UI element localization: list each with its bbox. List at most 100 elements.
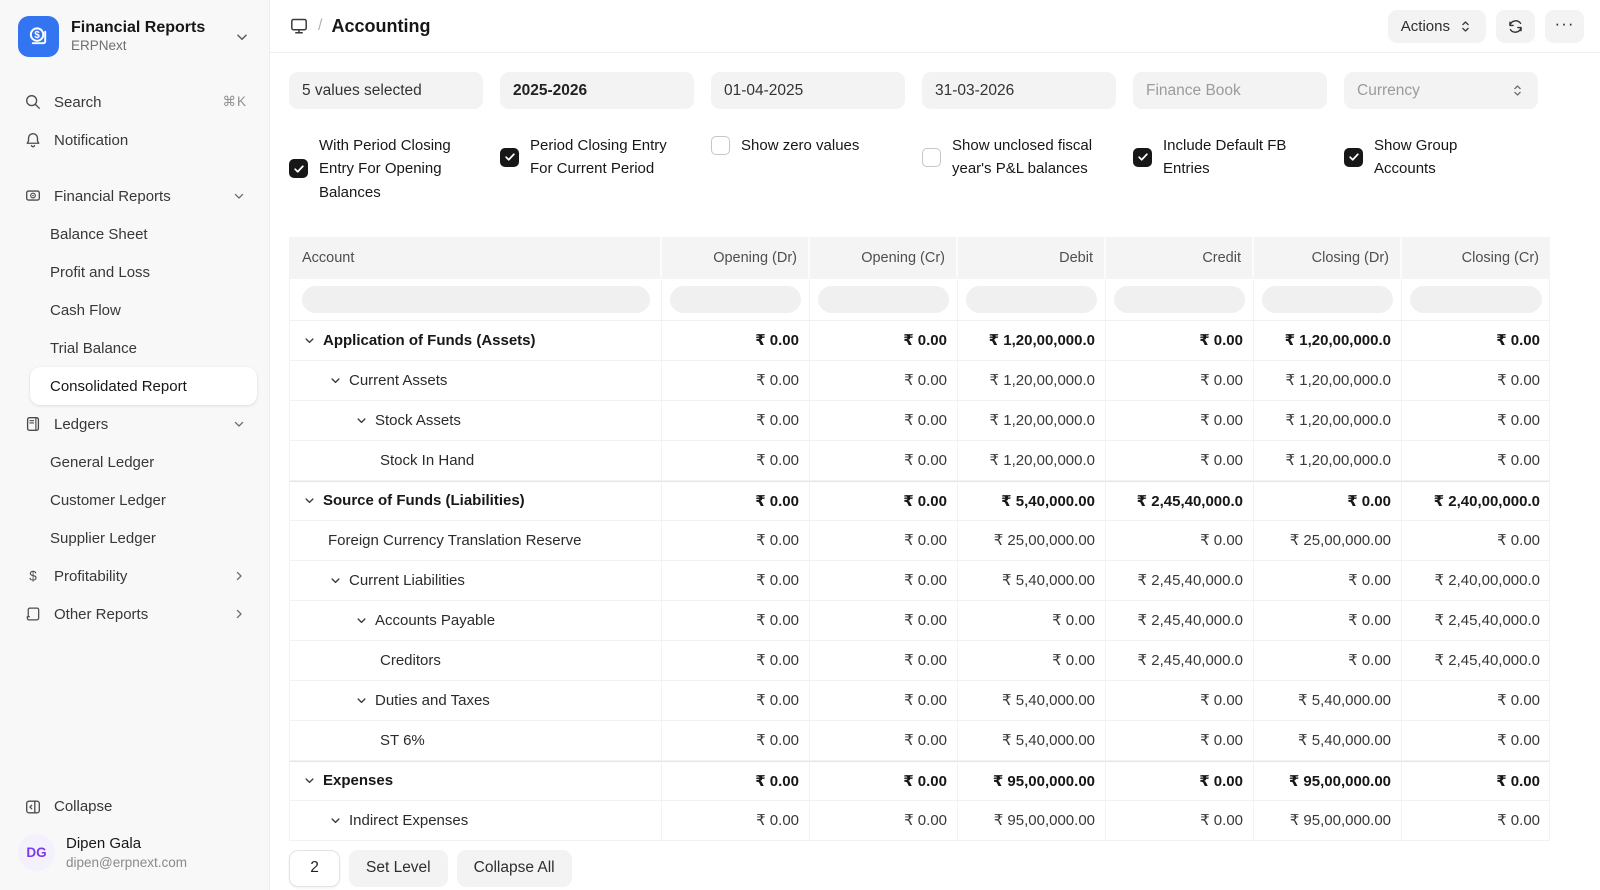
checkbox-with-period-closing-entry[interactable]: With Period Closing Entry For Opening Ba… [289,134,483,204]
level-input[interactable]: 2 [289,850,340,887]
sidebar-item-supplier-ledger[interactable]: Supplier Ledger [30,519,257,557]
column-header-closing-dr[interactable]: Closing (Dr) [1254,237,1402,279]
sidebar-section-other-reports[interactable]: Other Reports [12,595,257,633]
sidebar-item-trial-balance[interactable]: Trial Balance [30,329,257,367]
row-expand-chevron-icon[interactable] [354,413,369,428]
row-expand-chevron-icon[interactable] [354,693,369,708]
sidebar-item-consolidated-report[interactable]: Consolidated Report [30,367,257,405]
row-expand-chevron-icon[interactable] [302,773,317,788]
sidebar-item-balance-sheet[interactable]: Balance Sheet [30,215,257,253]
row-expand-chevron-icon[interactable] [302,333,317,348]
sidebar-section-financial-reports[interactable]: Financial Reports [12,177,257,215]
sidebar-item-general-ledger[interactable]: General Ledger [30,443,257,481]
column-filter-input[interactable] [1262,286,1393,313]
value-cell: ₹ 0.00 [810,321,958,360]
table-row[interactable]: Foreign Currency Translation Reserve ₹ 0… [290,521,1549,561]
refresh-button[interactable] [1496,10,1535,43]
value-cell: ₹ 0.00 [810,681,958,720]
column-header-opening-dr[interactable]: Opening (Dr) [662,237,810,279]
column-header-account[interactable]: Account [290,237,662,279]
column-filter-input[interactable] [1114,286,1245,313]
value-cell: ₹ 0.00 [1402,361,1550,400]
checkbox-period-closing-current[interactable]: Period Closing Entry For Current Period [500,134,694,181]
currency-filter[interactable]: Currency [1344,72,1538,109]
sidebar-item-profit-and-loss[interactable]: Profit and Loss [30,253,257,291]
more-options-button[interactable]: ··· [1545,10,1584,43]
page-title: Accounting [331,16,430,37]
check-icon [1137,151,1149,163]
check-icon [504,151,516,163]
column-header-debit[interactable]: Debit [958,237,1106,279]
table-row[interactable]: Duties and Taxes ₹ 0.00 ₹ 0.00 ₹ 5,40,00… [290,681,1549,721]
checkbox-icon [711,136,730,155]
value-cell: ₹ 2,45,40,000.0 [1402,641,1550,680]
column-filter-input[interactable] [302,286,650,313]
from-date-value: 01-04-2025 [724,82,803,100]
account-cell[interactable]: Source of Funds (Liabilities) [290,482,662,520]
account-cell[interactable]: Foreign Currency Translation Reserve [290,521,662,560]
value-cell: ₹ 2,40,00,000.0 [1402,482,1550,520]
column-filter-input[interactable] [966,286,1097,313]
account-cell[interactable]: Stock Assets [290,401,662,440]
account-cell[interactable]: Duties and Taxes [290,681,662,720]
account-cell[interactable]: Application of Funds (Assets) [290,321,662,360]
sidebar-bottom: Collapse DG Dipen Gala dipen@erpnext.com [12,788,257,874]
to-date-filter[interactable]: 31-03-2026 [922,72,1116,109]
table-row[interactable]: Current Liabilities ₹ 0.00 ₹ 0.00 ₹ 5,40… [290,561,1549,601]
value-cell: ₹ 5,40,000.00 [958,482,1106,520]
table-row[interactable]: Stock In Hand ₹ 0.00 ₹ 0.00 ₹ 1,20,00,00… [290,441,1549,481]
account-cell[interactable]: Stock In Hand [290,441,662,480]
column-header-closing-cr[interactable]: Closing (Cr) [1402,237,1550,279]
table-row[interactable]: Stock Assets ₹ 0.00 ₹ 0.00 ₹ 1,20,00,000… [290,401,1549,441]
checkbox-label: Show unclosed fiscal year's P&L balances [952,134,1102,181]
checkbox-show-unclosed-fiscal[interactable]: Show unclosed fiscal year's P&L balances [922,134,1116,181]
account-cell[interactable]: Indirect Expenses [290,801,662,840]
finance-book-filter[interactable]: Finance Book [1133,72,1327,109]
sidebar-section-profitability[interactable]: $ Profitability [12,557,257,595]
column-header-opening-cr[interactable]: Opening (Cr) [810,237,958,279]
account-cell[interactable]: ST 6% [290,721,662,760]
company-filter[interactable]: 5 values selected [289,72,483,109]
from-date-filter[interactable]: 01-04-2025 [711,72,905,109]
user-profile[interactable]: DG Dipen Gala dipen@erpnext.com [12,826,257,874]
column-header-credit[interactable]: Credit [1106,237,1254,279]
row-expand-chevron-icon[interactable] [328,813,343,828]
collapse-all-button[interactable]: Collapse All [457,850,572,887]
table-row[interactable]: Source of Funds (Liabilities) ₹ 0.00 ₹ 0… [290,481,1549,521]
actions-button[interactable]: Actions [1388,10,1486,43]
table-row[interactable]: Indirect Expenses ₹ 0.00 ₹ 0.00 ₹ 95,00,… [290,801,1549,841]
table-row[interactable]: Expenses ₹ 0.00 ₹ 0.00 ₹ 95,00,000.00 ₹ … [290,761,1549,801]
account-cell[interactable]: Creditors [290,641,662,680]
sidebar-item-search[interactable]: Search ⌘K [12,83,257,121]
row-expand-chevron-icon[interactable] [302,493,317,508]
set-level-button[interactable]: Set Level [349,850,448,887]
checkbox-icon [1344,148,1363,167]
sidebar-section-ledgers[interactable]: Ledgers [12,405,257,443]
sidebar-item-customer-ledger[interactable]: Customer Ledger [30,481,257,519]
checkbox-show-zero-values[interactable]: Show zero values [711,134,905,157]
row-expand-chevron-icon[interactable] [328,373,343,388]
collapse-sidebar-button[interactable]: Collapse [12,788,257,826]
table-row[interactable]: Accounts Payable ₹ 0.00 ₹ 0.00 ₹ 0.00 ₹ … [290,601,1549,641]
checkbox-show-group-accounts[interactable]: Show Group Accounts [1344,134,1538,181]
account-cell[interactable]: Accounts Payable [290,601,662,640]
table-row[interactable]: ST 6% ₹ 0.00 ₹ 0.00 ₹ 5,40,000.00 ₹ 0.00… [290,721,1549,761]
value-cell: ₹ 0.00 [1402,762,1550,800]
fiscal-year-filter[interactable]: 2025-2026 [500,72,694,109]
column-filter-input[interactable] [818,286,949,313]
app-switcher-button[interactable]: $ Financial Reports ERPNext [12,16,257,57]
checkbox-include-default-fb[interactable]: Include Default FB Entries [1133,134,1327,181]
sidebar-item-notification[interactable]: Notification [12,121,257,159]
account-cell[interactable]: Current Liabilities [290,561,662,600]
monitor-icon [289,16,309,36]
table-row[interactable]: Creditors ₹ 0.00 ₹ 0.00 ₹ 0.00 ₹ 2,45,40… [290,641,1549,681]
row-expand-chevron-icon[interactable] [328,573,343,588]
account-cell[interactable]: Current Assets [290,361,662,400]
table-row[interactable]: Application of Funds (Assets) ₹ 0.00 ₹ 0… [290,321,1549,361]
row-expand-chevron-icon[interactable] [354,613,369,628]
column-filter-input[interactable] [1410,286,1542,313]
sidebar-item-cash-flow[interactable]: Cash Flow [30,291,257,329]
column-filter-input[interactable] [670,286,801,313]
account-cell[interactable]: Expenses [290,762,662,800]
table-row[interactable]: Current Assets ₹ 0.00 ₹ 0.00 ₹ 1,20,00,0… [290,361,1549,401]
